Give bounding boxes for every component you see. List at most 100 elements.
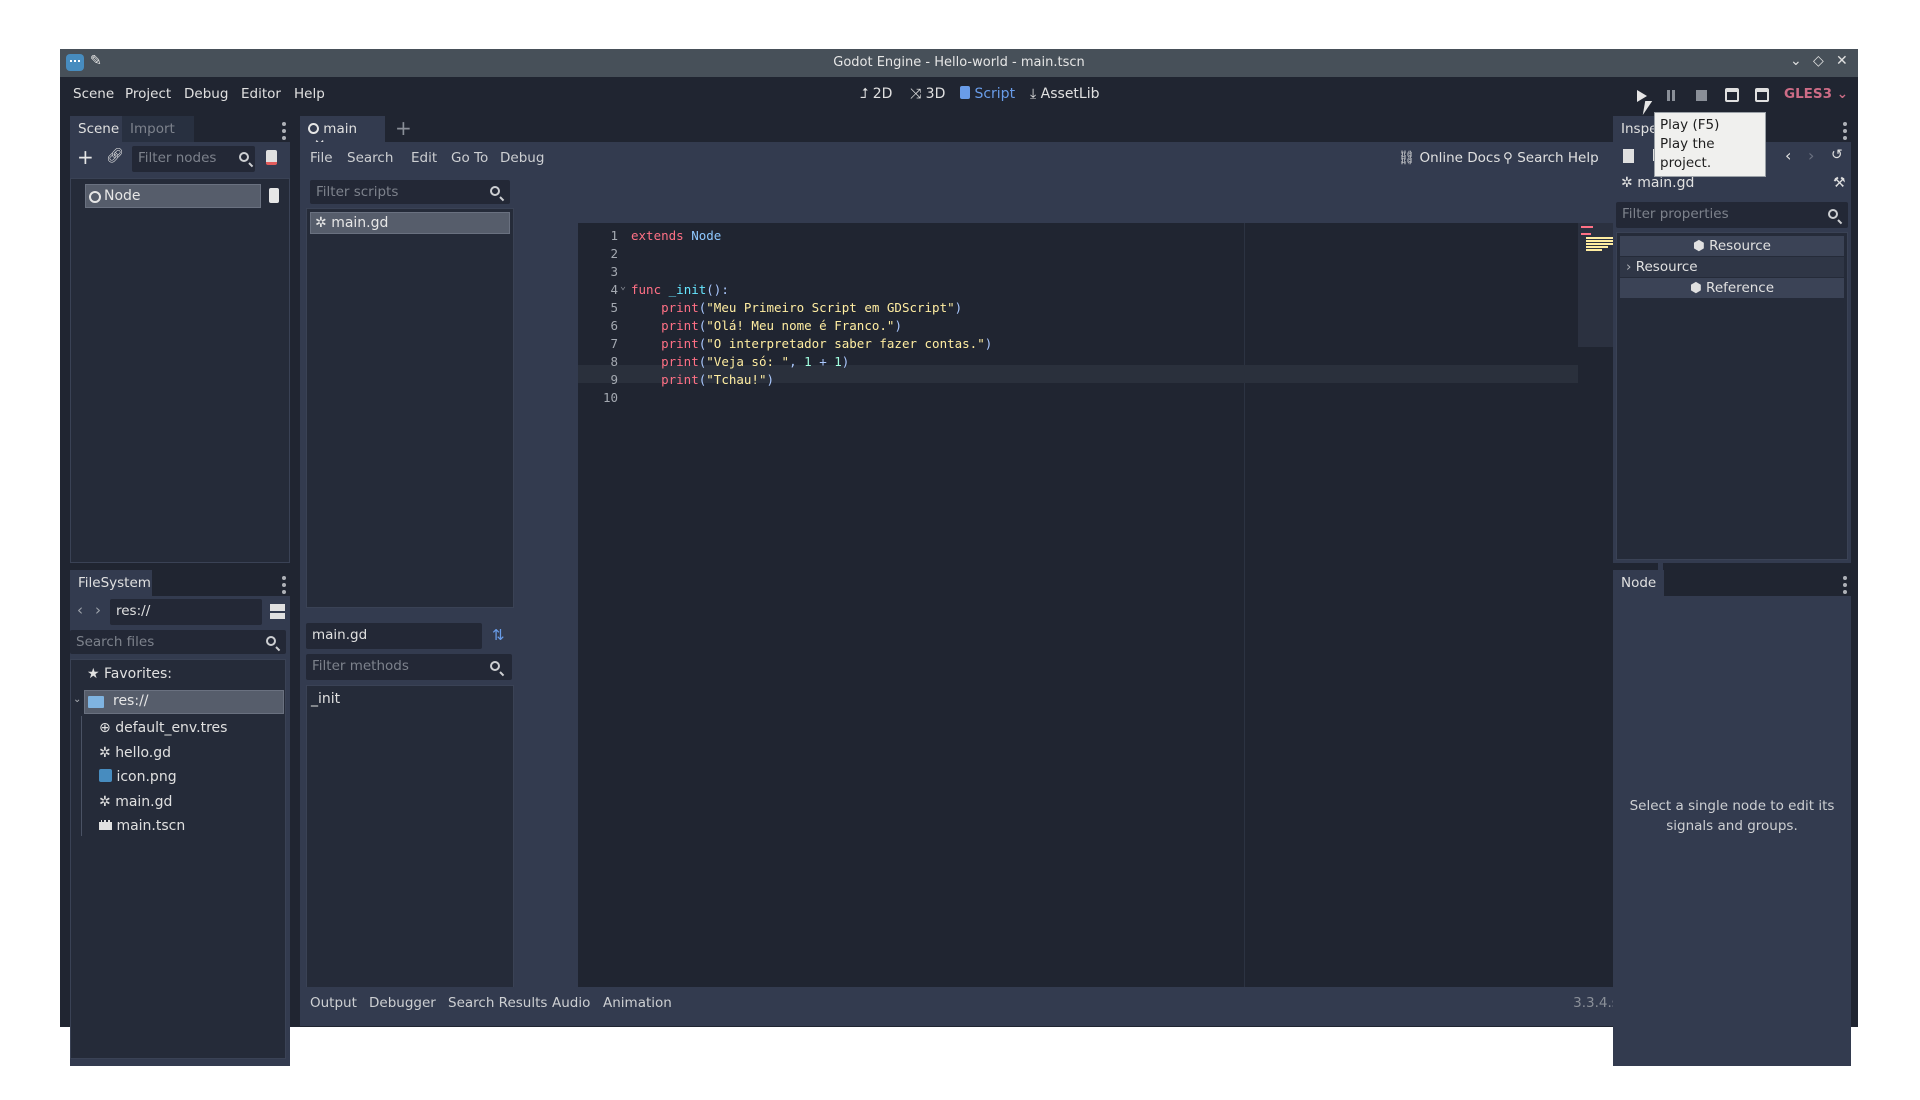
split-view-icon[interactable] [270, 604, 285, 619]
script-menu-search[interactable]: Search [347, 150, 393, 166]
node-dock-message: Select a single node to edit its signals… [1629, 798, 1835, 834]
2d-axis-icon: ⮥ [860, 86, 869, 102]
gear-script-icon: ✲ [315, 215, 327, 231]
play-tooltip: Play (F5) Play the project. [1654, 112, 1766, 177]
pause-button[interactable] [1667, 90, 1670, 101]
script-list-item[interactable]: ✲ main.gd [310, 212, 510, 234]
fold-arrow-icon[interactable]: ⌄ [620, 278, 626, 296]
tab-search-results[interactable]: Search Results [448, 995, 547, 1011]
path-field[interactable]: res:// [110, 599, 262, 625]
dock-menu-icon[interactable] [1843, 122, 1847, 143]
new-resource-icon[interactable] [1623, 149, 1634, 163]
workspace-3d-label: 3D [925, 86, 946, 102]
mouse-cursor [1642, 101, 1653, 115]
add-node-icon[interactable]: + [77, 145, 94, 169]
filter-scripts-input[interactable]: Filter scripts [310, 180, 510, 204]
workspace-2d-label: 2D [872, 86, 893, 102]
file-item[interactable]: ⊕ default_env.tres [99, 720, 227, 736]
object-tools-icon[interactable]: ⚒ [1833, 175, 1846, 191]
group-resource[interactable]: › Resource [1620, 257, 1844, 277]
filesystem-dock: FileSystem ‹ › res:// Search files ★ Fav… [70, 570, 290, 1066]
tab-filesystem[interactable]: FileSystem [70, 570, 152, 596]
attach-script-icon[interactable] [266, 150, 277, 165]
close-icon[interactable]: ✕ [1836, 53, 1848, 69]
inspector-forward-icon[interactable]: › [1808, 146, 1814, 165]
sort-icon[interactable]: ⇅ [492, 626, 505, 644]
favorites-label: Favorites: [104, 666, 172, 682]
script-menu-file[interactable]: File [310, 150, 333, 166]
workspace-3d[interactable]: ⤨ 3D [910, 86, 945, 102]
tab-scene[interactable]: Scene [70, 116, 122, 142]
menu-editor[interactable]: Editor [241, 86, 281, 102]
script-attached-icon[interactable] [269, 188, 279, 203]
workspace-2d[interactable]: ⮥ 2D [860, 86, 892, 102]
file-item[interactable]: ✲ main.gd [99, 794, 172, 810]
stop-button[interactable] [1696, 90, 1707, 101]
cube-icon: ⬢ [1692, 238, 1705, 254]
menu-scene[interactable]: Scene [73, 86, 114, 102]
filesystem-panel: ‹ › res:// Search files ★ Favorites: ⌄ r… [70, 596, 290, 1066]
search-files-input[interactable]: Search files [70, 630, 286, 654]
file-item[interactable]: ✲ hello.gd [99, 745, 171, 761]
tab-output[interactable]: Output [310, 995, 357, 1011]
minimize-icon[interactable]: ⌄ [1790, 53, 1802, 69]
filter-properties-input[interactable]: Filter properties [1616, 202, 1848, 228]
tab-node[interactable]: Node [1613, 570, 1664, 596]
workspace-script[interactable]: Script [960, 86, 1015, 102]
menu-help[interactable]: Help [294, 86, 325, 102]
menu-project[interactable]: Project [125, 86, 171, 102]
search-icon [490, 186, 500, 196]
play-custom-scene-button[interactable] [1755, 88, 1769, 102]
workspace-assetlib[interactable]: ⤓ AssetLib [1030, 86, 1100, 102]
file-name: main.gd [115, 794, 173, 810]
dock-menu-icon[interactable] [282, 122, 286, 143]
code-line: 6 print("Olá! Meu nome é Franco.") [578, 317, 1578, 335]
maximize-icon[interactable]: ◇ [1813, 53, 1824, 69]
file-item[interactable]: icon.png [99, 769, 177, 785]
chevron-down-icon: ⌄ [73, 694, 82, 705]
root-label: res:// [113, 693, 149, 709]
tree-item-node[interactable]: Node [85, 184, 261, 208]
history-icon[interactable]: ↺ [1831, 147, 1843, 163]
scene-tab-main[interactable]: main ✕ [300, 116, 385, 153]
online-docs-button[interactable]: ⛓︎ Online Docs [1398, 150, 1500, 166]
code-editor[interactable]: 1 extends Node 2 3 4 ⌄ func _init(): 5 print("M… [578, 223, 1658, 994]
code-token: (): [706, 282, 729, 297]
back-icon[interactable]: ‹ [77, 601, 83, 619]
category-label: Reference [1706, 280, 1775, 296]
script-menu-goto[interactable]: Go To [451, 150, 488, 166]
node-dock: Node Select a single node to edit its si… [1613, 570, 1851, 1066]
tab-animation[interactable]: Animation [603, 995, 672, 1011]
code-line: 4 ⌄ func _init(): [578, 281, 1578, 299]
tree-item-res-root[interactable]: ⌄ res:// [73, 690, 284, 714]
tab-import[interactable]: Import [122, 116, 194, 142]
renderer-select[interactable]: GLES3 ⌄ [1784, 86, 1848, 102]
inspector-back-icon[interactable]: ‹ [1785, 146, 1791, 165]
doc-search-icon: ⚲ [1503, 150, 1513, 166]
filter-methods-input[interactable]: Filter methods [306, 654, 512, 680]
dock-menu-icon[interactable] [1843, 576, 1847, 597]
file-item[interactable]: main.tscn [99, 818, 185, 834]
tab-debugger[interactable]: Debugger [369, 995, 436, 1011]
play-scene-button[interactable] [1725, 88, 1739, 102]
search-help-button[interactable]: ⚲ Search Help [1503, 150, 1599, 166]
filter-nodes-input[interactable]: Filter nodes [132, 146, 255, 172]
link-icon[interactable]: 🔗︎ [106, 148, 124, 164]
download-icon: ⤓ [1030, 86, 1037, 102]
script-menu-debug[interactable]: Debug [500, 150, 544, 166]
new-scene-tab-icon[interactable]: + [395, 116, 412, 140]
method-item[interactable]: _init [311, 691, 340, 707]
favorites-row[interactable]: ★ Favorites: [87, 666, 172, 682]
scene-dock: Scene Import + 🔗︎ Filter nodes Node [70, 116, 290, 563]
code-token: "Olá! Meu nome é Franco." [706, 318, 895, 333]
dock-menu-icon[interactable] [282, 576, 286, 597]
line-number: 7 [610, 336, 618, 351]
script-menu-edit[interactable]: Edit [411, 150, 437, 166]
scene-tree: Node [70, 178, 290, 563]
search-help-label: Search Help [1517, 150, 1599, 166]
menu-debug[interactable]: Debug [184, 86, 228, 102]
forward-icon[interactable]: › [95, 601, 101, 619]
tab-audio[interactable]: Audio [552, 995, 590, 1011]
